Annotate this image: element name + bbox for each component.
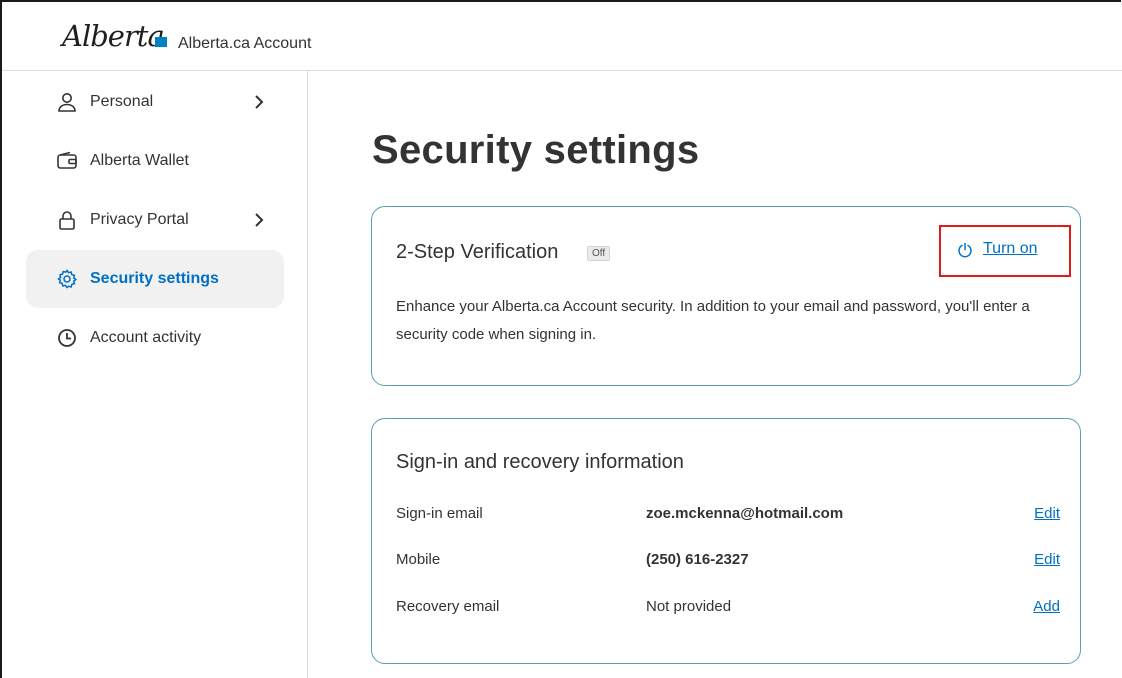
signin-recovery-card: Sign-in and recovery information Sign-in…	[371, 418, 1081, 664]
lock-icon	[59, 211, 75, 230]
power-icon	[958, 242, 972, 258]
two-step-description: Enhance your Alberta.ca Account security…	[396, 298, 1030, 343]
mobile-label: Mobile	[396, 551, 441, 568]
sidebar: Personal Alberta Wallet Privacy Portal S…	[2, 71, 308, 678]
edit-mobile-link[interactable]: Edit	[1034, 551, 1060, 568]
signin-email-label: Sign-in email	[396, 505, 483, 522]
alberta-logo-mark	[155, 37, 167, 47]
turn-on-button[interactable]: Turn on	[939, 225, 1071, 277]
recovery-email-label: Recovery email	[396, 598, 500, 615]
chevron-right-icon	[255, 213, 264, 227]
page-title: Security settings	[372, 128, 700, 172]
table-row: Mobile (250) 616-2327 Edit	[396, 549, 1060, 573]
app-header: Alberta Alberta.ca Account	[2, 2, 1122, 71]
add-recovery-email-link[interactable]: Add	[1033, 598, 1060, 615]
signin-email-value: zoe.mckenna@hotmail.com	[646, 505, 844, 522]
clock-icon	[58, 329, 76, 347]
chevron-right-icon	[255, 95, 264, 109]
sidebar-item-privacy-portal[interactable]: Privacy Portal	[26, 191, 284, 249]
table-row: Sign-in email zoe.mckenna@hotmail.com Ed…	[396, 503, 1060, 527]
person-icon	[58, 93, 76, 112]
two-step-verification-card: 2-Step Verification Off Turn on Enhance …	[371, 206, 1081, 386]
sidebar-item-label: Security settings	[90, 270, 219, 287]
sidebar-item-label: Privacy Portal	[90, 211, 189, 228]
alberta-logo[interactable]: Alberta	[62, 20, 165, 52]
sidebar-item-account-activity[interactable]: Account activity	[26, 309, 284, 367]
signin-recovery-title: Sign-in and recovery information	[396, 451, 684, 473]
table-row: Recovery email Not provided Add	[396, 596, 1060, 620]
app-title: Alberta.ca Account	[178, 35, 312, 52]
sidebar-item-label: Alberta Wallet	[90, 152, 189, 169]
recovery-email-value: Not provided	[646, 598, 732, 615]
mobile-value: (250) 616-2327	[646, 551, 749, 568]
wallet-icon	[57, 151, 77, 169]
sidebar-item-label: Personal	[90, 93, 154, 110]
edit-signin-email-link[interactable]: Edit	[1034, 505, 1060, 522]
turn-on-label: Turn on	[983, 240, 1038, 257]
sidebar-item-personal[interactable]: Personal	[26, 73, 284, 131]
sidebar-item-security-settings[interactable]: Security settings	[26, 250, 284, 308]
status-badge: Off	[587, 246, 611, 261]
two-step-title: 2-Step Verification	[396, 241, 559, 263]
sidebar-item-label: Account activity	[90, 329, 202, 346]
gear-icon	[57, 269, 78, 289]
sidebar-item-alberta-wallet[interactable]: Alberta Wallet	[26, 132, 284, 190]
